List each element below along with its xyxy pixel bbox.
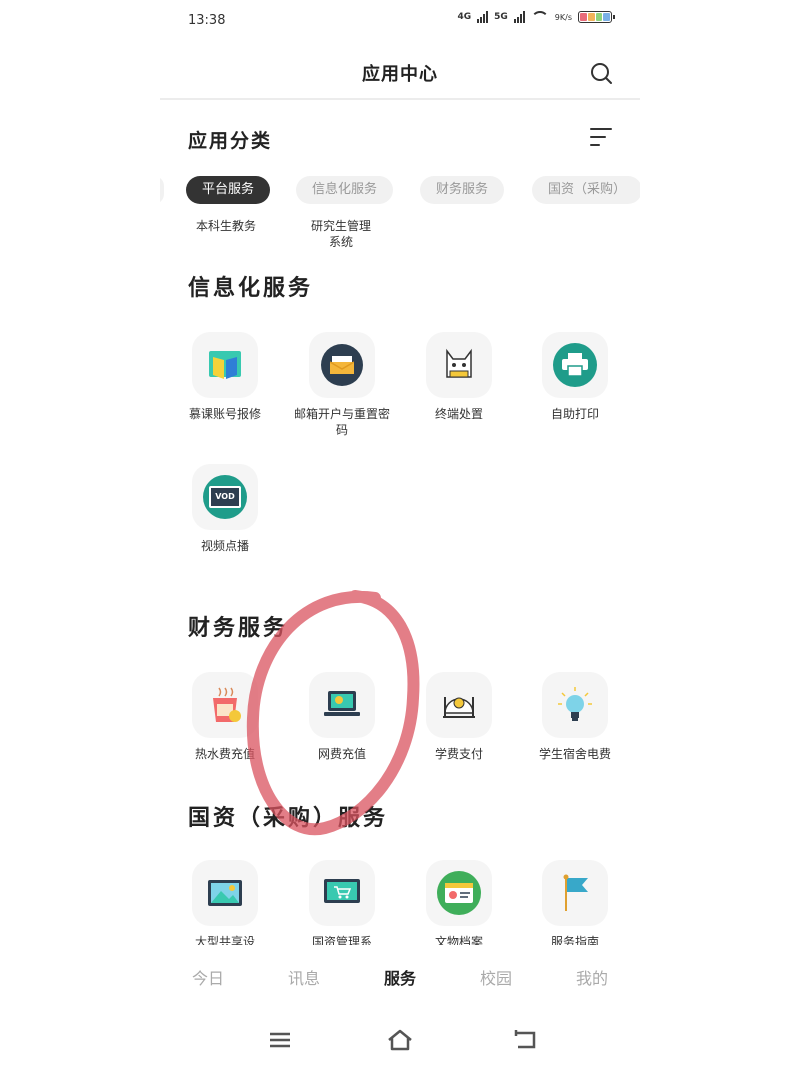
vod-icon: VOD [203, 475, 247, 519]
chip-overflow-left [160, 176, 164, 204]
app-label: 视频点播 [200, 539, 249, 553]
app-icon-bg [192, 332, 258, 398]
sub-item-undergrad[interactable]: 本科生教务 [184, 218, 268, 234]
signal-icon [477, 11, 489, 23]
app-icon-bg [426, 672, 492, 738]
app-icon-bg [426, 332, 492, 398]
search-icon[interactable] [588, 60, 614, 86]
section-title-assets: 国资（采购）服务 [188, 806, 389, 831]
app-dorm-electricity[interactable]: 学生宿舍电费 [520, 672, 630, 762]
app-tuition[interactable]: 学费支付 [404, 672, 514, 762]
app-icon-bg [309, 332, 375, 398]
app-icon-bg [542, 860, 608, 926]
status-indicators: 4G 5G 9K/s [457, 11, 615, 23]
app-terminal[interactable]: 终端处置 [404, 332, 514, 422]
laptop-coin-icon [324, 691, 360, 716]
terminal-cat-icon [446, 348, 472, 378]
menu-lines-icon[interactable] [590, 128, 612, 148]
mail-icon [321, 344, 363, 386]
app-self-print[interactable]: 自助打印 [520, 332, 630, 422]
id-card-icon [437, 871, 481, 915]
status-bar: 13:38 4G 5G 9K/s [160, 0, 640, 40]
category-title: 应用分类 [188, 130, 273, 152]
system-nav-bar [160, 1010, 640, 1067]
cart-monitor-icon [324, 879, 360, 903]
app-header: 应用中心 [160, 42, 640, 100]
app-label: 自助打印 [550, 407, 599, 421]
picture-frame-icon [208, 880, 242, 906]
section-title-info: 信息化服务 [188, 276, 314, 301]
bottom-nav: 今日 讯息 服务 校园 我的 [160, 945, 640, 1007]
network-5g-label: 5G [494, 12, 508, 22]
chip-finance[interactable]: 财务服务 [420, 176, 505, 204]
app-icon-bg [192, 860, 258, 926]
app-hot-water[interactable]: 热水费充值 [170, 672, 280, 762]
app-mooc-repair[interactable]: 慕课账号报修 [170, 332, 280, 422]
app-icon-bg [542, 672, 608, 738]
app-label: 学费支付 [434, 747, 483, 761]
app-vod[interactable]: VOD 视频点播 [170, 464, 280, 554]
home-icon[interactable] [386, 1028, 414, 1052]
app-asset-management[interactable]: 国资管理系 [287, 860, 397, 950]
app-label: 慕课账号报修 [188, 407, 261, 421]
app-icon-bg: VOD [192, 464, 258, 530]
app-icon-bg [426, 860, 492, 926]
app-shared-equipment[interactable]: 大型共享设 [170, 860, 280, 950]
page-title: 应用中心 [362, 64, 438, 85]
wifi-icon [530, 11, 549, 23]
flag-icon [563, 874, 588, 911]
lightbulb-icon [558, 687, 592, 721]
app-icon-bg [542, 332, 608, 398]
sub-item-graduate[interactable]: 研究生管理 系统 [296, 218, 386, 250]
recent-apps-icon[interactable] [266, 1028, 294, 1052]
app-label: 网费充值 [317, 747, 366, 761]
chip-assets[interactable]: 国资（采购） [532, 176, 640, 204]
nav-me[interactable]: 我的 [544, 965, 640, 989]
net-speed: 9K/s [554, 12, 572, 22]
vod-icon-label: VOD [209, 486, 241, 508]
nav-messages[interactable]: 讯息 [256, 965, 352, 989]
tuition-scale-icon [443, 697, 475, 718]
chip-info[interactable]: 信息化服务 [296, 176, 394, 204]
nav-today[interactable]: 今日 [160, 965, 256, 989]
app-label: 热水费充值 [194, 747, 255, 761]
printer-icon [553, 343, 597, 387]
app-net-fee[interactable]: 网费充值 [287, 672, 397, 762]
signal-icon-2 [513, 11, 525, 23]
phone-screen: 13:38 4G 5G 9K/s 应用中心 应用分类 平台服务 信息化服务 财务… [160, 0, 640, 1067]
app-label: 终端处置 [434, 407, 483, 421]
app-icon-bg [192, 672, 258, 738]
app-archives[interactable]: 文物档案 [404, 860, 514, 950]
category-chips: 平台服务 信息化服务 财务服务 国资（采购） [160, 176, 640, 206]
app-icon-bg [309, 860, 375, 926]
back-icon[interactable] [512, 1028, 540, 1052]
mooc-book-icon [209, 351, 241, 379]
status-time: 13:38 [188, 13, 226, 28]
app-mailbox[interactable]: 邮箱开户与重置密码 [287, 332, 397, 438]
nav-campus[interactable]: 校园 [448, 965, 544, 989]
battery-icon [578, 11, 615, 23]
nav-services[interactable]: 服务 [352, 965, 448, 989]
app-label: 学生宿舍电费 [538, 747, 611, 761]
section-title-finance: 财务服务 [188, 616, 289, 641]
app-service-guide[interactable]: 服务指南 [520, 860, 630, 950]
app-icon-bg [309, 672, 375, 738]
network-4g-label: 4G [457, 12, 472, 22]
hot-water-cup-icon [213, 687, 241, 722]
chip-platform[interactable]: 平台服务 [186, 176, 271, 204]
app-label: 邮箱开户与重置密码 [293, 407, 390, 437]
